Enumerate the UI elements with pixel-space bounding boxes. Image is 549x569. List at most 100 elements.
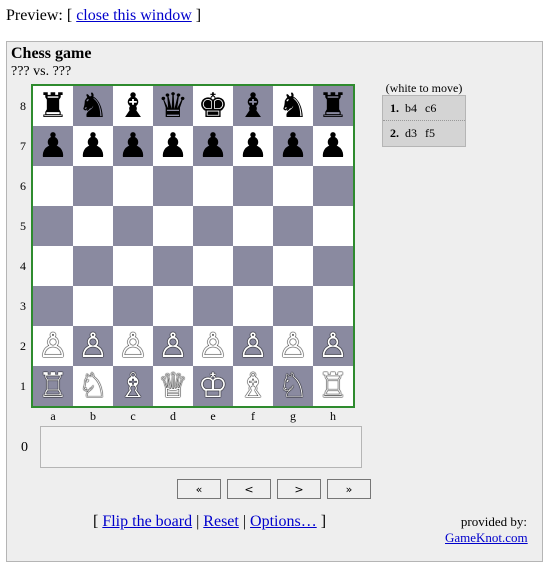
chess-piece[interactable]: ♙ — [118, 326, 148, 366]
move-white[interactable]: b4 — [405, 101, 417, 115]
square-e8[interactable]: ♚ — [193, 86, 233, 126]
square-d1[interactable]: ♕ — [153, 366, 193, 406]
square-a2[interactable]: ♙ — [33, 326, 73, 366]
next-move-button[interactable]: > — [277, 479, 321, 499]
chess-piece[interactable]: ♘ — [78, 366, 108, 406]
square-e2[interactable]: ♙ — [193, 326, 233, 366]
square-c8[interactable]: ♝ — [113, 86, 153, 126]
chess-piece[interactable]: ♚ — [198, 86, 228, 126]
square-c3[interactable] — [113, 286, 153, 326]
square-h4[interactable] — [313, 246, 353, 286]
chess-piece[interactable]: ♟ — [78, 126, 108, 166]
square-e1[interactable]: ♔ — [193, 366, 233, 406]
square-c2[interactable]: ♙ — [113, 326, 153, 366]
chess-piece[interactable]: ♘ — [278, 366, 308, 406]
square-f4[interactable] — [233, 246, 273, 286]
square-f3[interactable] — [233, 286, 273, 326]
square-e7[interactable]: ♟ — [193, 126, 233, 166]
flip-board-link[interactable]: Flip the board — [102, 513, 192, 530]
square-b4[interactable] — [73, 246, 113, 286]
square-c7[interactable]: ♟ — [113, 126, 153, 166]
square-e5[interactable] — [193, 206, 233, 246]
chess-piece[interactable]: ♟ — [238, 126, 268, 166]
chess-piece[interactable]: ♗ — [238, 366, 268, 406]
square-f6[interactable] — [233, 166, 273, 206]
square-g4[interactable] — [273, 246, 313, 286]
square-a4[interactable] — [33, 246, 73, 286]
chess-board[interactable]: ♜ ♞ ♝ ♛ ♚ ♝ ♞ ♜ ♟ ♟ ♟ ♟ ♟ ♟ ♟ ♟ ♙ ♙ ♙ ♙ ♙ ♙ ♙ ♙ ♖ ♘ ♗ ♕ ♔ ♗ ♘ ♖ — [31, 84, 355, 408]
chess-piece[interactable]: ♙ — [238, 326, 268, 366]
chess-piece[interactable]: ♛ — [158, 86, 188, 126]
chess-piece[interactable]: ♟ — [198, 126, 228, 166]
square-f5[interactable] — [233, 206, 273, 246]
chess-piece[interactable]: ♟ — [158, 126, 188, 166]
square-h3[interactable] — [313, 286, 353, 326]
square-c4[interactable] — [113, 246, 153, 286]
square-f2[interactable]: ♙ — [233, 326, 273, 366]
square-d4[interactable] — [153, 246, 193, 286]
square-g7[interactable]: ♟ — [273, 126, 313, 166]
chess-piece[interactable]: ♔ — [198, 366, 228, 406]
square-b7[interactable]: ♟ — [73, 126, 113, 166]
chess-piece[interactable]: ♖ — [38, 366, 68, 406]
square-e3[interactable] — [193, 286, 233, 326]
square-a5[interactable] — [33, 206, 73, 246]
square-d6[interactable] — [153, 166, 193, 206]
square-g6[interactable] — [273, 166, 313, 206]
chess-piece[interactable]: ♟ — [38, 126, 68, 166]
square-h6[interactable] — [313, 166, 353, 206]
gameknot-link[interactable]: GameKnot.com — [445, 530, 528, 545]
chess-piece[interactable]: ♙ — [198, 326, 228, 366]
reset-link[interactable]: Reset — [203, 513, 239, 530]
square-d8[interactable]: ♛ — [153, 86, 193, 126]
chess-piece[interactable]: ♜ — [318, 86, 348, 126]
square-c6[interactable] — [113, 166, 153, 206]
chess-piece[interactable]: ♙ — [158, 326, 188, 366]
chess-piece[interactable]: ♞ — [78, 86, 108, 126]
square-d3[interactable] — [153, 286, 193, 326]
square-b5[interactable] — [73, 206, 113, 246]
square-e4[interactable] — [193, 246, 233, 286]
chess-piece[interactable]: ♙ — [278, 326, 308, 366]
square-g5[interactable] — [273, 206, 313, 246]
chess-piece[interactable]: ♕ — [158, 366, 188, 406]
square-a3[interactable] — [33, 286, 73, 326]
square-d2[interactable]: ♙ — [153, 326, 193, 366]
square-d7[interactable]: ♟ — [153, 126, 193, 166]
square-h1[interactable]: ♖ — [313, 366, 353, 406]
close-window-link[interactable]: close this window — [76, 7, 192, 24]
square-c5[interactable] — [113, 206, 153, 246]
square-b2[interactable]: ♙ — [73, 326, 113, 366]
square-f8[interactable]: ♝ — [233, 86, 273, 126]
square-a8[interactable]: ♜ — [33, 86, 73, 126]
square-g2[interactable]: ♙ — [273, 326, 313, 366]
square-g8[interactable]: ♞ — [273, 86, 313, 126]
square-a1[interactable]: ♖ — [33, 366, 73, 406]
last-move-button[interactable]: » — [327, 479, 371, 499]
chess-piece[interactable]: ♟ — [318, 126, 348, 166]
square-b3[interactable] — [73, 286, 113, 326]
square-b8[interactable]: ♞ — [73, 86, 113, 126]
chess-piece[interactable]: ♞ — [278, 86, 308, 126]
square-f1[interactable]: ♗ — [233, 366, 273, 406]
move-black[interactable]: f5 — [425, 126, 435, 140]
move-black[interactable]: c6 — [425, 101, 436, 115]
chess-piece[interactable]: ♟ — [278, 126, 308, 166]
move-white[interactable]: d3 — [405, 126, 417, 140]
square-b1[interactable]: ♘ — [73, 366, 113, 406]
previous-move-button[interactable]: < — [227, 479, 271, 499]
square-b6[interactable] — [73, 166, 113, 206]
chess-piece[interactable]: ♝ — [238, 86, 268, 126]
square-f7[interactable]: ♟ — [233, 126, 273, 166]
first-move-button[interactable]: « — [177, 479, 221, 499]
square-g3[interactable] — [273, 286, 313, 326]
chess-piece[interactable]: ♝ — [118, 86, 148, 126]
chess-piece[interactable]: ♟ — [118, 126, 148, 166]
square-e6[interactable] — [193, 166, 233, 206]
square-h7[interactable]: ♟ — [313, 126, 353, 166]
chess-piece[interactable]: ♙ — [38, 326, 68, 366]
options-link[interactable]: Options… — [250, 513, 317, 530]
chess-piece[interactable]: ♙ — [78, 326, 108, 366]
chess-piece[interactable]: ♗ — [118, 366, 148, 406]
square-h2[interactable]: ♙ — [313, 326, 353, 366]
